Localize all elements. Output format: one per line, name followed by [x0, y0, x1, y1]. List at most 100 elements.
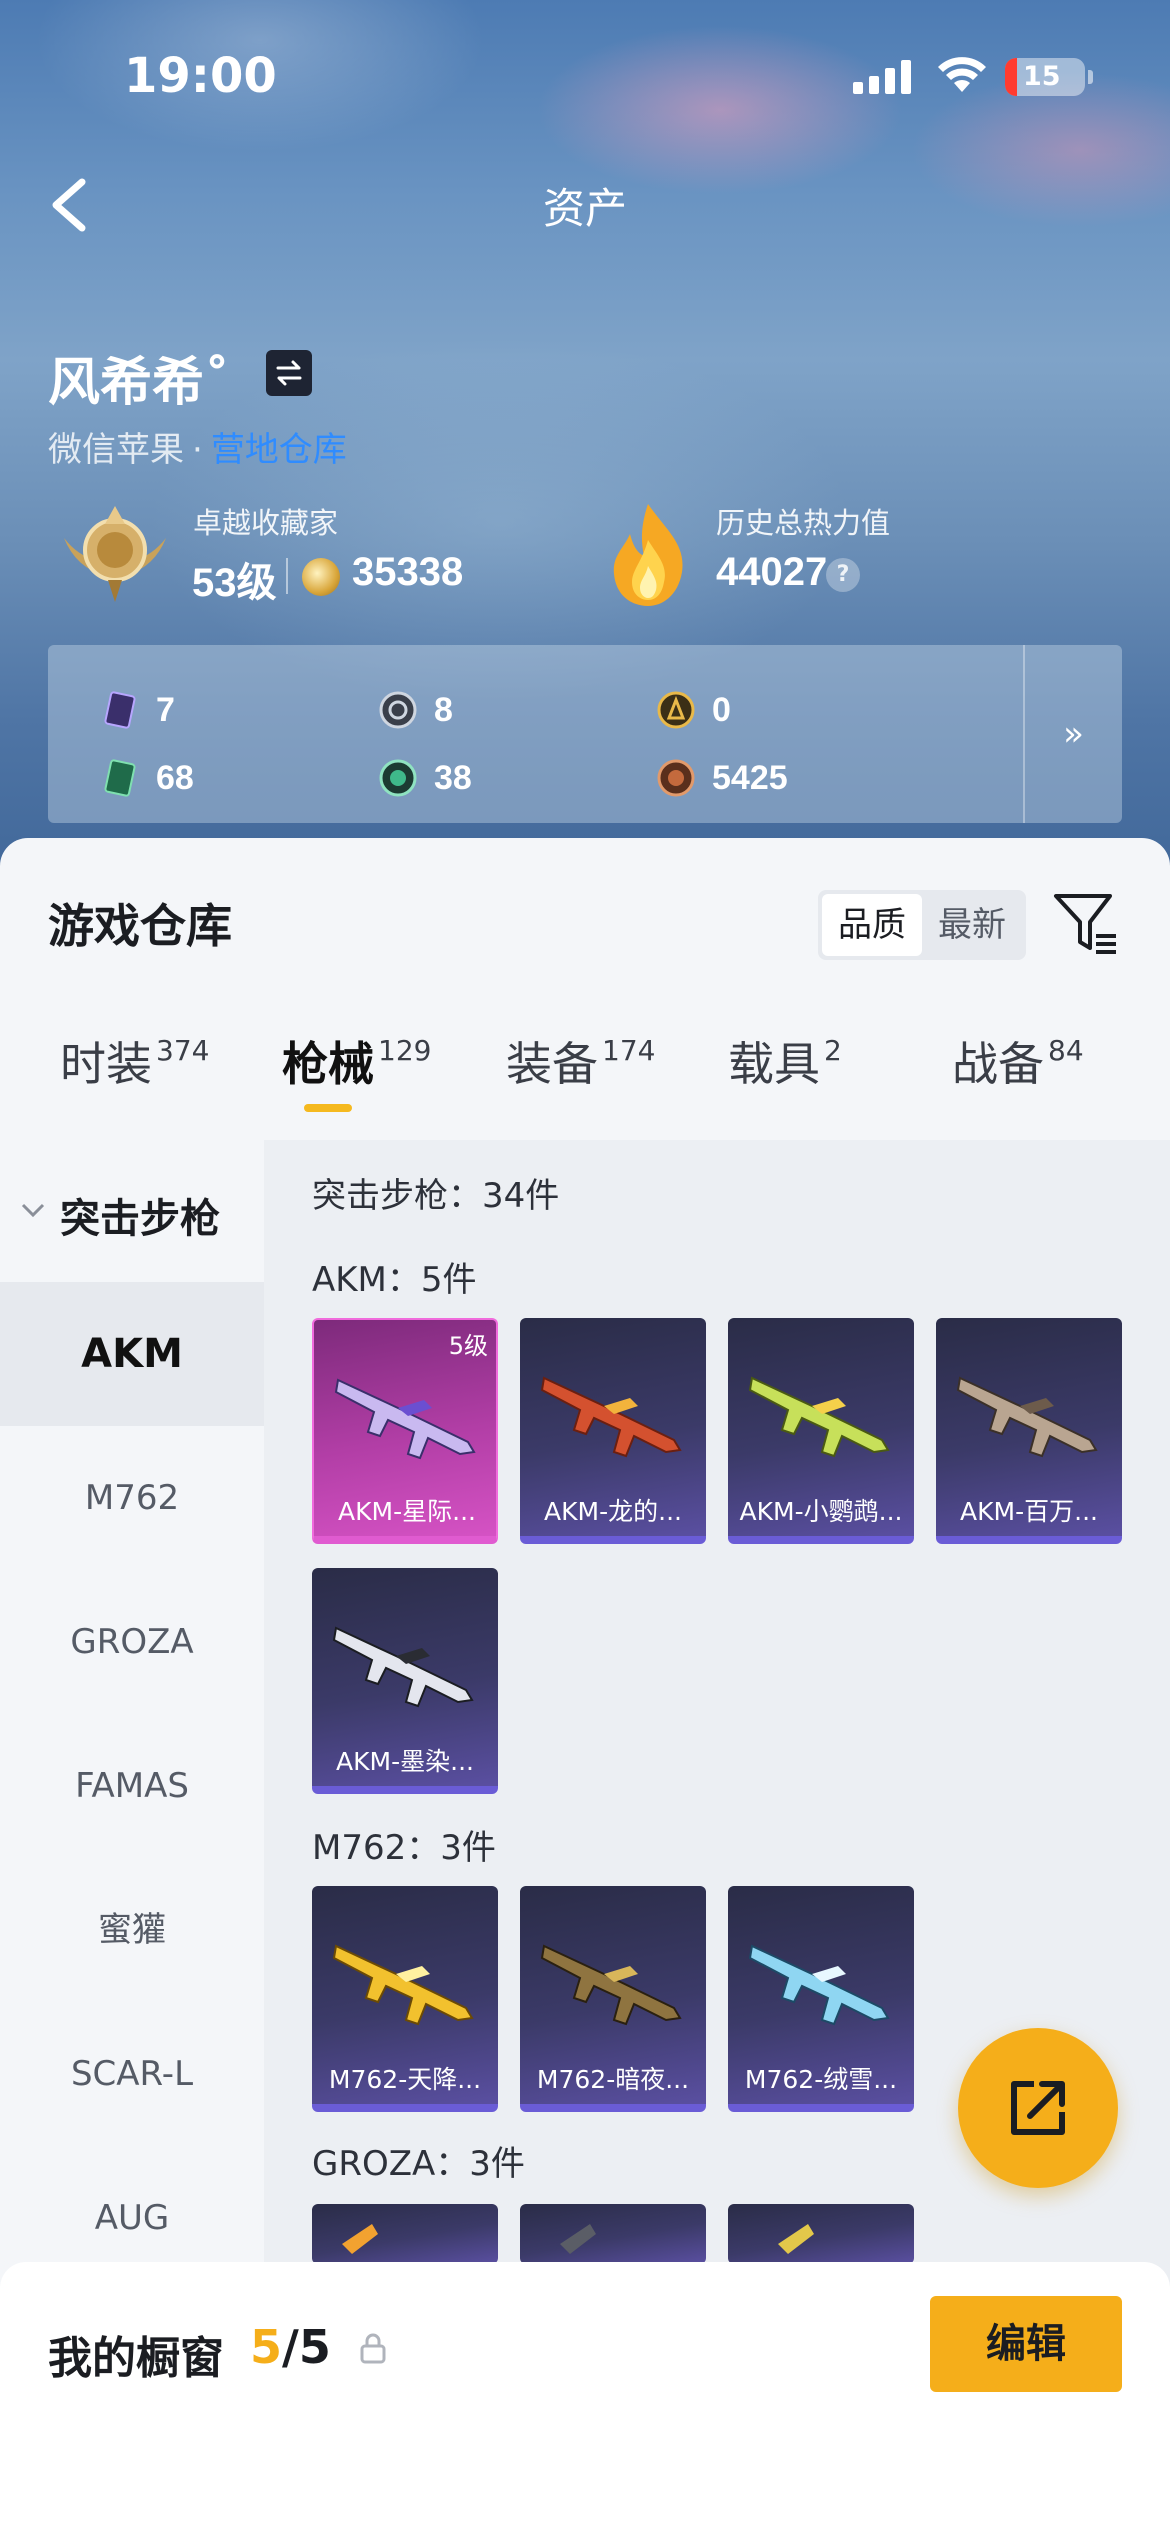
weapon-card[interactable]: 5级 AKM-星际... [312, 1318, 498, 1544]
card-name: M762-绒雪... [744, 2065, 898, 2094]
more-counts-button[interactable]: » [1025, 645, 1122, 823]
count-item: 8 [378, 688, 453, 732]
rifle-icon [748, 1944, 890, 2026]
collector-medal-icon [64, 506, 166, 602]
section-heading-m762: M762：3件 [312, 1828, 496, 1868]
weapon-card[interactable]: M762-绒雪... [728, 1886, 914, 2112]
heat-value: 44027 [716, 550, 828, 594]
cellular-signal-icon [853, 58, 911, 94]
section-heading-groza: GROZA：3件 [312, 2144, 525, 2184]
filter-icon[interactable] [1052, 890, 1120, 958]
green-gem-icon [378, 758, 418, 798]
collector-title: 卓越收藏家 [193, 506, 339, 540]
weapon-card[interactable]: M762-暗夜... [520, 1886, 706, 2112]
sort-toggle: 品质 最新 [818, 890, 1026, 960]
tab-label: 战备 [952, 1037, 1044, 1091]
warehouse-title: 游戏仓库 [48, 899, 232, 953]
side-item-honey-badger[interactable]: 蜜獾 [0, 1858, 264, 2002]
tab-count: 84 [1048, 1034, 1084, 1067]
side-group-assault-rifles[interactable]: 突击步枪 [0, 1140, 264, 1282]
page-title: 资产 [542, 184, 627, 233]
bronze-token-icon [656, 758, 696, 798]
side-item-m762[interactable]: M762 [0, 1426, 264, 1570]
count-item: 38 [378, 756, 472, 800]
item-counts-panel[interactable]: 7 8 0 68 38 5425 » [48, 645, 1122, 823]
side-item-akm[interactable]: AKM [0, 1282, 264, 1426]
camp-warehouse-link[interactable]: 营地仓库 [211, 430, 347, 470]
weapon-card[interactable]: AKM-龙的... [520, 1318, 706, 1544]
rifle-icon [540, 1376, 682, 1458]
side-item-famas[interactable]: FAMAS [0, 1714, 264, 1858]
showcase-current: 5 [250, 2320, 283, 2374]
weapon-card[interactable]: AKM-墨染... [312, 1568, 498, 1794]
weapon-card[interactable]: AKM-小鹦鹉... [728, 1318, 914, 1544]
switch-account-button[interactable] [266, 350, 312, 396]
edit-button[interactable]: 编辑 [930, 2296, 1122, 2392]
platform-line: 微信苹果 · 营地仓库 [48, 422, 347, 471]
silver-coin-icon [378, 690, 418, 730]
tab-count: 2 [824, 1034, 842, 1067]
collection-points: 35338 [352, 550, 464, 594]
tab-label: 枪械 [282, 1037, 374, 1091]
rifle-icon [332, 1626, 474, 1708]
weapon-card[interactable] [520, 2204, 706, 2264]
platform-name: 微信苹果 [48, 430, 184, 470]
status-time: 19:00 [124, 48, 277, 104]
weapon-card[interactable] [312, 2204, 498, 2264]
showcase-title: 我的橱窗 [48, 2333, 224, 2384]
tab-equipment[interactable]: 装备 174 [506, 1028, 655, 1128]
heat-title: 历史总热力值 [716, 506, 891, 540]
count-value: 7 [156, 690, 175, 729]
wifi-icon [938, 57, 986, 92]
rifle-icon [560, 2224, 596, 2254]
card-name: AKM-百万... [960, 1497, 1098, 1526]
card-name: M762-天降... [328, 2065, 482, 2094]
card-name: AKM-龙的... [544, 1497, 682, 1526]
tab-vehicles[interactable]: 载具 2 [728, 1028, 842, 1128]
sort-newest-option[interactable]: 最新 [922, 894, 1022, 956]
collection-coin-icon [302, 558, 340, 596]
rifle-icon [778, 2224, 814, 2254]
side-item-groza[interactable]: GROZA [0, 1570, 264, 1714]
count-value: 68 [156, 758, 194, 797]
category-summary: 突击步枪：34件 [312, 1176, 560, 1216]
tab-supplies[interactable]: 战备 84 [952, 1028, 1084, 1128]
tab-label: 载具 [728, 1037, 820, 1091]
card-name: M762-暗夜... [536, 2065, 690, 2094]
platform-dot: · [192, 430, 203, 470]
active-tab-indicator [304, 1104, 352, 1112]
count-item: 68 [100, 756, 194, 800]
tab-label: 装备 [506, 1037, 598, 1091]
rifle-icon [956, 1376, 1098, 1458]
sort-quality-option[interactable]: 品质 [822, 894, 922, 956]
battery-level [1005, 58, 1017, 96]
weapon-card[interactable] [728, 2204, 914, 2264]
side-item-scar-l[interactable]: SCAR-L [0, 2002, 264, 2146]
showcase-total: /5 [282, 2320, 331, 2374]
weapon-card[interactable]: AKM-百万... [936, 1318, 1122, 1544]
help-icon[interactable]: ? [826, 558, 860, 592]
gold-token-icon [656, 690, 696, 730]
green-card-icon [100, 758, 140, 798]
count-value: 38 [434, 758, 472, 797]
share-icon [1011, 2081, 1065, 2135]
collector-level: 53级 [192, 561, 277, 605]
weapon-card[interactable]: M762-天降... [312, 1886, 498, 2112]
card-name: AKM-墨染... [336, 1747, 474, 1776]
username: 风希希˚ [48, 353, 231, 413]
tab-count: 374 [156, 1034, 210, 1067]
tab-fashion[interactable]: 时装 374 [60, 1028, 209, 1128]
status-bar: 19:00 15 [0, 40, 1170, 120]
battery-percent: 15 [1023, 61, 1061, 92]
rifle-icon [748, 1376, 890, 1458]
category-tabs: 时装 374 枪械 129 装备 174 载具 2 战备 84 [0, 1028, 1170, 1128]
card-name: AKM-星际... [338, 1497, 476, 1526]
divider [286, 558, 288, 594]
tab-label: 时装 [60, 1037, 152, 1091]
tab-firearms[interactable]: 枪械 129 [282, 1028, 431, 1128]
share-button[interactable] [958, 2028, 1118, 2188]
hero-header: 19:00 15 资产 风希希˚ 微信苹果 · 营地仓库 卓越收藏家 53级 3… [0, 0, 1170, 900]
rifle-icon [540, 1944, 682, 2026]
showcase-bar: 我的橱窗 5/5 编辑 [0, 2262, 1170, 2532]
rifle-icon [334, 1378, 476, 1460]
